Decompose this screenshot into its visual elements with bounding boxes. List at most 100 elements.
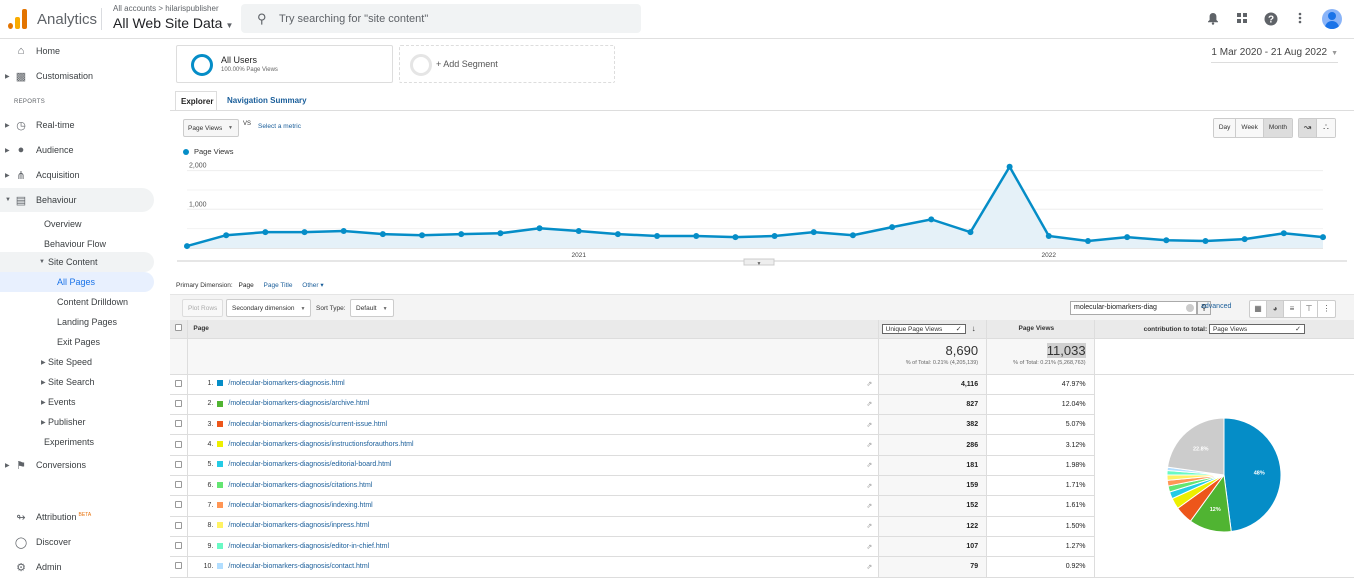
page-link[interactable]: /molecular-biomarkers-diagnosis.html bbox=[228, 380, 344, 387]
page-link[interactable]: /molecular-biomarkers-diagnosis/instruct… bbox=[228, 441, 413, 448]
select-metric-link[interactable]: Select a metric bbox=[258, 123, 301, 130]
page-link[interactable]: /molecular-biomarkers-diagnosis/citation… bbox=[228, 482, 372, 489]
row-checkbox[interactable] bbox=[175, 420, 183, 428]
open-external-icon[interactable]: ⇗ bbox=[866, 543, 872, 551]
dimension-page-title[interactable]: Page Title bbox=[264, 282, 293, 289]
select-all-checkbox-cell[interactable] bbox=[170, 320, 189, 339]
pivot-view-icon[interactable]: ⋮ bbox=[1318, 301, 1335, 317]
select-all-checkbox[interactable] bbox=[175, 324, 183, 332]
day-button[interactable]: Day bbox=[1213, 119, 1237, 137]
contribution-metric-select[interactable]: Page Views ✓ bbox=[1208, 323, 1305, 334]
row-checkbox-cell[interactable] bbox=[170, 495, 189, 517]
date-range-picker[interactable]: 1 Mar 2020 - 21 Aug 2022 ▼ bbox=[1211, 47, 1338, 63]
table-filter-input[interactable]: molecular-biomarkers-diag bbox=[1070, 301, 1197, 315]
sidebar-item-behaviour[interactable]: ▼ ▤ Behaviour bbox=[0, 188, 154, 212]
row-checkbox-cell[interactable] bbox=[170, 455, 189, 476]
dimension-page[interactable]: Page bbox=[239, 282, 254, 289]
apps-grid-icon[interactable] bbox=[1235, 12, 1249, 26]
plot-rows-button[interactable]: Plot Rows bbox=[182, 299, 224, 317]
row-checkbox[interactable] bbox=[175, 481, 183, 489]
row-checkbox[interactable] bbox=[175, 501, 183, 509]
add-segment-button[interactable]: + Add Segment bbox=[399, 45, 615, 83]
open-external-icon[interactable]: ⇗ bbox=[866, 563, 872, 571]
sidebar-item-site-speed[interactable]: ▶ Site Speed bbox=[0, 352, 154, 372]
unique-metric-select[interactable]: Unique Page Views ✓ bbox=[881, 323, 966, 334]
data-table-view-icon[interactable]: ▦ bbox=[1250, 301, 1267, 317]
more-vert-icon[interactable] bbox=[1293, 12, 1307, 26]
open-external-icon[interactable]: ⇗ bbox=[866, 502, 872, 510]
page-link[interactable]: /molecular-biomarkers-diagnosis/contact.… bbox=[228, 563, 369, 570]
row-checkbox[interactable] bbox=[175, 440, 183, 448]
week-button[interactable]: Week bbox=[1236, 119, 1264, 137]
open-external-icon[interactable]: ⇗ bbox=[866, 441, 872, 449]
help-icon[interactable]: ? bbox=[1264, 12, 1278, 26]
row-checkbox[interactable] bbox=[175, 379, 183, 387]
row-checkbox[interactable] bbox=[175, 562, 183, 570]
row-checkbox-cell[interactable] bbox=[170, 374, 189, 395]
sidebar-item-admin[interactable]: ⚙ Admin bbox=[0, 555, 160, 579]
open-external-icon[interactable]: ⇗ bbox=[866, 380, 872, 388]
open-external-icon[interactable]: ⇗ bbox=[866, 482, 872, 490]
row-checkbox-cell[interactable] bbox=[170, 516, 189, 537]
row-checkbox-cell[interactable] bbox=[170, 556, 189, 578]
page-link[interactable]: /molecular-biomarkers-diagnosis/inpress.… bbox=[228, 522, 369, 529]
sidebar-item-discover[interactable]: ◯ Discover bbox=[0, 530, 160, 554]
row-checkbox-cell[interactable] bbox=[170, 536, 189, 558]
sidebar-item-attribution[interactable]: ↬ Attribution BETA bbox=[0, 505, 160, 529]
sidebar-item-site-search[interactable]: ▶ Site Search bbox=[0, 372, 154, 392]
row-checkbox[interactable] bbox=[175, 542, 183, 550]
row-checkbox[interactable] bbox=[175, 399, 183, 407]
sidebar-item-conversions[interactable]: ▶ ⚑ Conversions bbox=[0, 453, 160, 477]
row-checkbox-cell[interactable] bbox=[170, 475, 189, 497]
secondary-dimension-dropdown[interactable]: Secondary dimension ▼ bbox=[226, 299, 312, 317]
advanced-filter-link[interactable]: advanced bbox=[1201, 303, 1231, 310]
open-external-icon[interactable]: ⇗ bbox=[866, 522, 872, 530]
sidebar-item-experiments[interactable]: Experiments bbox=[0, 432, 154, 452]
sidebar-item-content-drilldown[interactable]: Content Drilldown bbox=[0, 292, 154, 312]
sidebar-item-landing-pages[interactable]: Landing Pages bbox=[0, 312, 154, 332]
row-checkbox[interactable] bbox=[175, 521, 183, 529]
analytics-logo-icon[interactable] bbox=[8, 9, 28, 29]
global-search[interactable]: ⚲ bbox=[241, 4, 641, 33]
segment-all-users[interactable]: All Users 100.00% Page Views bbox=[176, 45, 393, 83]
pie-view-icon[interactable]: ◕ bbox=[1267, 301, 1284, 317]
sort-type-dropdown[interactable]: Default ▼ bbox=[350, 299, 394, 317]
comparison-view-icon[interactable]: ⊤ bbox=[1301, 301, 1318, 317]
property-selector[interactable]: All Web Site Data ▼ bbox=[113, 15, 233, 31]
sort-desc-icon[interactable]: ↓ bbox=[972, 324, 976, 333]
open-external-icon[interactable]: ⇗ bbox=[866, 421, 872, 429]
search-input[interactable] bbox=[279, 10, 619, 27]
sidebar-item-realtime[interactable]: ▶ ◷ Real-time bbox=[0, 113, 160, 137]
sidebar-item-events[interactable]: ▶ Events bbox=[0, 392, 154, 412]
pie-slice[interactable] bbox=[1223, 416, 1282, 532]
row-checkbox-cell[interactable] bbox=[170, 394, 189, 416]
tab-explorer[interactable]: Explorer bbox=[175, 91, 217, 110]
col-header-unique-page-views[interactable]: Unique Page Views ✓ ↓ bbox=[878, 320, 987, 339]
sidebar-item-site-content[interactable]: ▼ Site Content bbox=[0, 252, 154, 272]
page-link[interactable]: /molecular-biomarkers-diagnosis/indexing… bbox=[228, 502, 372, 509]
page-link[interactable]: /molecular-biomarkers-diagnosis/editor-i… bbox=[228, 543, 389, 550]
clear-filter-icon[interactable] bbox=[1186, 304, 1194, 312]
sidebar-item-publisher[interactable]: ▶ Publisher bbox=[0, 412, 154, 432]
metric-selector[interactable]: Page Views ▼ bbox=[183, 119, 239, 137]
account-avatar[interactable] bbox=[1322, 9, 1342, 29]
sidebar-item-customisation[interactable]: ▶ ▩ Customisation bbox=[0, 64, 160, 88]
row-checkbox-cell[interactable] bbox=[170, 434, 189, 456]
sidebar-item-all-pages[interactable]: All Pages bbox=[0, 272, 154, 292]
col-header-page-views[interactable]: Page Views bbox=[986, 320, 1095, 339]
page-link[interactable]: /molecular-biomarkers-diagnosis/current-… bbox=[228, 421, 387, 428]
page-link[interactable]: /molecular-biomarkers-diagnosis/editoria… bbox=[228, 461, 391, 468]
open-external-icon[interactable]: ⇗ bbox=[866, 400, 872, 408]
month-button[interactable]: Month bbox=[1263, 119, 1292, 137]
open-external-icon[interactable]: ⇗ bbox=[866, 461, 872, 469]
bell-icon[interactable] bbox=[1206, 12, 1220, 26]
col-header-page[interactable]: Page bbox=[187, 320, 879, 339]
tab-navigation-summary[interactable]: Navigation Summary bbox=[222, 91, 312, 110]
motion-chart-icon[interactable]: ∴ bbox=[1317, 119, 1335, 137]
sidebar-item-home[interactable]: ⌂ Home bbox=[0, 39, 160, 63]
line-chart-icon[interactable]: ↝ bbox=[1299, 119, 1317, 137]
dimension-other[interactable]: Other ▾ bbox=[302, 282, 323, 289]
row-checkbox-cell[interactable] bbox=[170, 414, 189, 436]
sidebar-item-acquisition[interactable]: ▶ ⋔ Acquisition bbox=[0, 163, 160, 187]
account-breadcrumb[interactable]: All accounts > hilarispublisher bbox=[113, 4, 219, 13]
